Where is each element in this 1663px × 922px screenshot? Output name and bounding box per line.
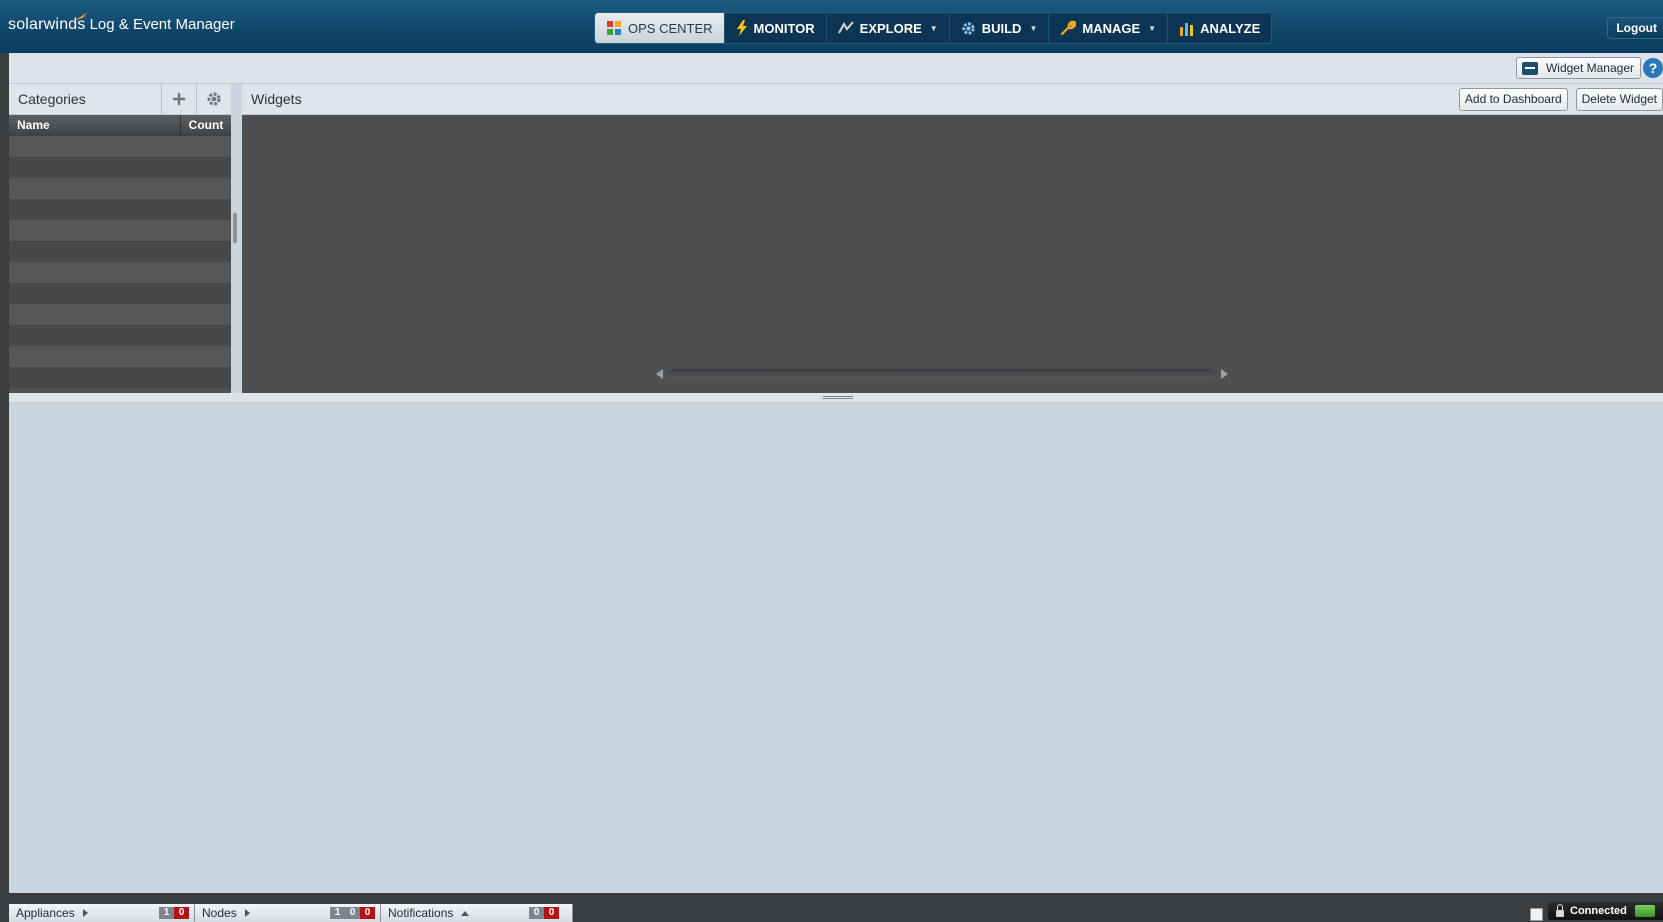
category-settings-button[interactable]	[196, 84, 231, 114]
table-row	[9, 346, 231, 367]
logout-button[interactable]: Logout	[1607, 17, 1663, 39]
nav-explore-label: EXPLORE	[859, 20, 922, 36]
nav-monitor-label: MONITOR	[753, 20, 815, 36]
table-row	[9, 304, 231, 325]
nav-build[interactable]: BUILD ▼	[950, 13, 1050, 43]
nav-analyze-label: ANALYZE	[1200, 20, 1261, 36]
categories-header: Categories	[9, 84, 231, 115]
top-bar: solarwinds Log & Event Manager OPS CENTER…	[0, 0, 1663, 53]
column-header-name[interactable]: Name	[9, 115, 181, 136]
nav-manage-label: MANAGE	[1082, 20, 1141, 36]
nav-ops-center-label: OPS CENTER	[628, 20, 713, 36]
add-category-button[interactable]	[161, 84, 196, 114]
add-to-dashboard-button[interactable]: Add to Dashboard	[1458, 87, 1568, 111]
table-row	[9, 178, 231, 199]
nav-manage[interactable]: MANAGE ▼	[1049, 13, 1169, 43]
widgets-header: Widgets Add to Dashboard Delete Widget	[242, 84, 1663, 115]
table-row	[9, 283, 231, 304]
vertical-resize-handle[interactable]	[9, 393, 1663, 403]
solarwinds-flame-icon	[74, 12, 88, 21]
ops-center-icon	[607, 21, 621, 35]
nodes-label: Nodes	[202, 906, 237, 920]
bar-chart-icon	[1180, 22, 1194, 36]
categories-table-header: Name Count	[9, 115, 231, 136]
table-row	[9, 241, 231, 262]
table-row	[9, 199, 231, 220]
appliances-count-ok: 1	[159, 907, 174, 919]
nav-monitor[interactable]: MONITOR	[725, 13, 827, 43]
explore-icon	[837, 21, 854, 34]
nav-ops-center[interactable]: OPS CENTER	[595, 13, 725, 43]
status-bar: Appliances 1 0 Nodes 1 0 0 Notifications…	[0, 900, 1663, 922]
status-appliances[interactable]: Appliances 1 0	[9, 904, 195, 922]
product-name: Log & Event Manager	[89, 16, 235, 33]
notifications-count-alert: 0	[544, 907, 559, 919]
expand-right-icon	[82, 909, 88, 917]
notifications-count-ok: 0	[529, 907, 544, 919]
connection-status: Connected	[1548, 902, 1663, 920]
expand-up-icon	[461, 910, 470, 916]
lightning-icon	[736, 20, 747, 36]
main-nav: OPS CENTER MONITOR EXPLORE ▼ BUILD ▼ MAN…	[594, 12, 1273, 44]
nav-analyze[interactable]: ANALYZE	[1168, 13, 1271, 43]
nodes-count-alert: 0	[360, 907, 375, 919]
status-nodes[interactable]: Nodes 1 0 0	[195, 904, 381, 922]
expand-right-icon	[244, 909, 250, 917]
widget-manager-button[interactable]: Widget Manager	[1515, 57, 1641, 79]
appliances-count-alert: 0	[174, 907, 189, 919]
wrench-icon	[1061, 20, 1077, 36]
table-row	[9, 325, 231, 346]
status-notifications[interactable]: Notifications 0 0	[381, 904, 573, 922]
widget-manager-label: Widget Manager	[1545, 61, 1634, 75]
table-row	[9, 157, 231, 178]
connection-label: Connected	[1570, 905, 1627, 917]
scroll-right-icon[interactable]	[1221, 369, 1228, 379]
table-row	[9, 136, 231, 157]
nav-explore[interactable]: EXPLORE ▼	[827, 13, 950, 43]
categories-table: Name Count	[9, 115, 231, 393]
categories-panel: Categories Name Count	[9, 84, 231, 393]
gear-icon	[207, 92, 221, 106]
widgets-horizontal-scrollbar[interactable]	[656, 367, 1228, 381]
scroll-left-icon[interactable]	[656, 369, 663, 379]
nodes-count-ok: 1	[330, 907, 345, 919]
categories-rows	[9, 136, 231, 388]
toolbar-row: Widget Manager ?	[9, 53, 1663, 84]
brand-logo: solarwinds Log & Event Manager	[8, 12, 235, 34]
appliances-label: Appliances	[16, 906, 75, 920]
categories-title: Categories	[18, 91, 86, 107]
widgets-title: Widgets	[251, 91, 302, 107]
connection-plug-icon	[1634, 905, 1655, 917]
gear-icon	[962, 21, 975, 35]
panel-resize-handle[interactable]	[233, 213, 237, 243]
nodes-count-warn: 0	[345, 907, 360, 919]
widget-manager-icon	[1521, 61, 1538, 75]
help-icon[interactable]: ?	[1643, 58, 1663, 78]
ops-center-content: Widget Manager ? Categories Name Count W…	[9, 53, 1663, 893]
delete-widget-button[interactable]: Delete Widget	[1575, 87, 1663, 111]
chevron-down-icon: ▼	[1029, 23, 1038, 33]
table-row	[9, 262, 231, 283]
nav-build-label: BUILD	[981, 20, 1022, 36]
chevron-down-icon: ▼	[929, 23, 938, 33]
scrollbar-track[interactable]	[668, 369, 1216, 379]
table-row	[9, 367, 231, 388]
column-header-count[interactable]: Count	[181, 115, 231, 136]
chevron-down-icon: ▼	[1148, 23, 1157, 33]
plus-icon	[173, 93, 185, 105]
status-checkbox[interactable]	[1530, 908, 1543, 921]
lock-icon	[1556, 903, 1564, 917]
notifications-label: Notifications	[388, 906, 454, 920]
table-row	[9, 220, 231, 241]
widgets-panel: Widgets Add to Dashboard Delete Widget	[242, 84, 1663, 393]
resize-grip-icon	[823, 396, 853, 399]
